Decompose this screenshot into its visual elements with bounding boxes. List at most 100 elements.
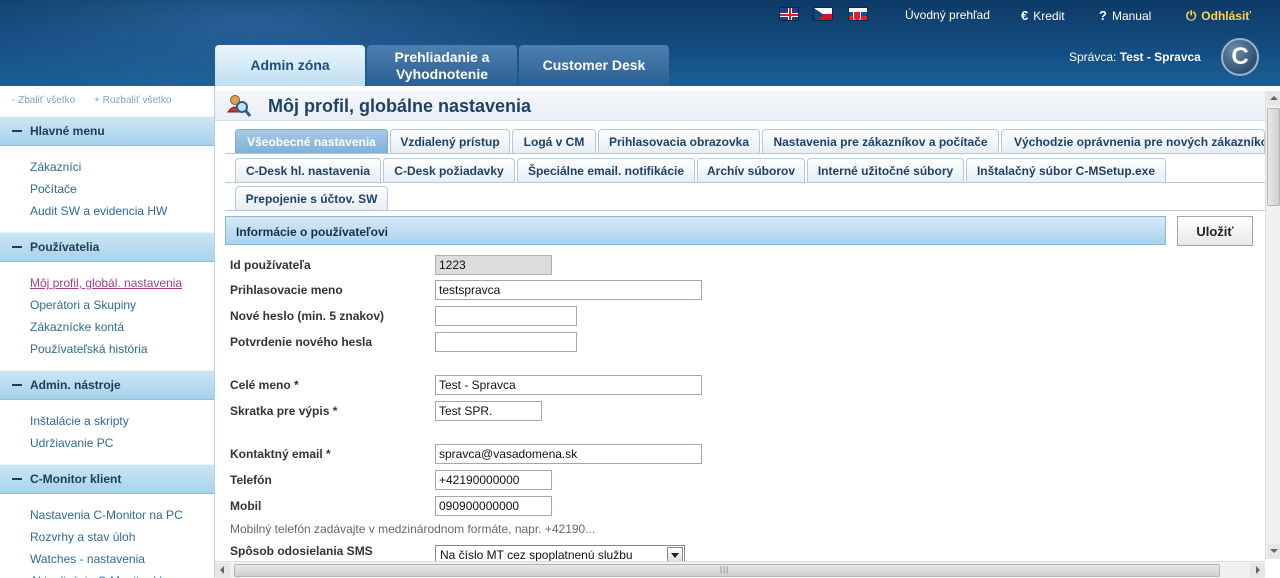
tab-review-line2: Vyhodnotenie — [395, 65, 489, 82]
credit-link-label: Kredit — [1033, 8, 1065, 23]
admin-prefix: Správca: — [1069, 50, 1117, 64]
slovak-flag-icon[interactable] — [848, 7, 868, 21]
scroll-grip-icon: ||| — [720, 565, 730, 574]
sidebar-item-watches[interactable]: Watches - nastavenia — [30, 548, 214, 570]
tab-customer-pc-settings[interactable]: Nastavenia pre zákazníkov a počítače — [762, 129, 999, 153]
confirm-password-field[interactable] — [435, 332, 577, 352]
manual-link[interactable]: ? Manual — [1099, 8, 1151, 23]
overview-link-label: Úvodný prehľad — [905, 8, 990, 22]
user-info-section-header: Informácie o používateľovi — [225, 216, 1166, 245]
email-label: Kontaktný email * — [230, 447, 331, 461]
full-name-label: Celé meno * — [230, 378, 299, 392]
sidebar-list-admin-tools: Inštalácie a skripty Udržiavanie PC — [0, 400, 214, 464]
user-id-label: Id používateľa — [230, 258, 311, 272]
tab-admin-zone[interactable]: Admin zóna — [215, 45, 365, 86]
mobile-field[interactable] — [435, 496, 552, 516]
sidebar-item-my-profile[interactable]: Môj profil, globál. nastavenia — [30, 272, 214, 294]
sidebar-item-installations[interactable]: Inštalácie a skripty — [30, 410, 214, 432]
question-icon: ? — [1099, 8, 1107, 23]
sidebar-list-cmonitor-client: Nastavenia C-Monitor na PC Rozvrhy a sta… — [0, 494, 214, 578]
short-name-label: Skratka pre výpis * — [230, 404, 338, 418]
scroll-left-icon[interactable] — [215, 563, 230, 577]
tab-review-evaluation[interactable]: Prehliadanie a Vyhodnotenie — [367, 45, 517, 86]
scroll-down-icon[interactable] — [1267, 544, 1280, 559]
sidebar-section-main-menu[interactable]: Hlavné menu — [0, 116, 214, 146]
full-name-field[interactable] — [435, 375, 702, 395]
sms-method-label: Spôsob odosielania SMS — [230, 544, 373, 558]
sidebar-tools: - Zbaliť všetko + Rozbaliť všetko — [0, 86, 214, 116]
sidebar-item-operators[interactable]: Operátori a Skupiny — [30, 294, 214, 316]
mobile-format-note: Mobilný telefón zadávajte v medzinárodno… — [230, 522, 596, 536]
vertical-scrollbar[interactable] — [1265, 91, 1280, 559]
c-monitor-logo: C — [1221, 38, 1259, 76]
scroll-right-icon[interactable] — [1250, 563, 1265, 577]
tab-general-settings[interactable]: Všeobecné nastavenia — [235, 129, 388, 153]
czech-flag-icon[interactable] — [813, 7, 833, 21]
tab-customer-desk[interactable]: Customer Desk — [519, 45, 669, 86]
collapse-all-link[interactable]: - Zbaliť všetko — [12, 95, 75, 106]
tab-review-line1: Prehliadanie a — [394, 48, 490, 65]
email-field[interactable] — [435, 444, 702, 464]
login-field[interactable] — [435, 280, 702, 300]
sidebar-item-customers[interactable]: Zákazníci — [30, 156, 214, 178]
user-id-field — [435, 255, 552, 275]
sidebar-item-cmonitor-update[interactable]: Aktualizácia C-Monitor kl. — [30, 570, 214, 578]
tab-cdesk-main-settings[interactable]: C-Desk hl. nastavenia — [235, 158, 381, 182]
minus-icon — [12, 246, 22, 248]
confirm-password-label: Potvrdenie nového hesla — [230, 335, 373, 349]
tab-install-file[interactable]: Inštalačný súbor C-MSetup.exe — [966, 158, 1166, 182]
tab-internal-files[interactable]: Interné užitočné súbory — [807, 158, 964, 182]
page-title: Môj profil, globálne nastavenia — [268, 96, 532, 116]
sidebar-section-title: Admin. nástroje — [30, 378, 121, 392]
sidebar-section-cmonitor-client[interactable]: C-Monitor klient — [0, 464, 214, 494]
save-button[interactable]: Uložiť — [1177, 216, 1253, 246]
tab-logos[interactable]: Logá v CM — [512, 129, 596, 153]
minus-icon — [12, 130, 22, 132]
expand-all-link[interactable]: + Rozbaliť všetko — [94, 95, 171, 106]
sidebar-item-schedules[interactable]: Rozvrhy a stav úloh — [30, 526, 214, 548]
tab-row-divider — [225, 153, 1265, 154]
credit-link[interactable]: € Kredit — [1021, 8, 1065, 23]
phone-field[interactable] — [435, 470, 552, 490]
new-password-label: Nové heslo (min. 5 znakov) — [230, 309, 385, 323]
logout-link[interactable]: ⏻ Odhlásiť — [1186, 8, 1251, 24]
sidebar-item-computers[interactable]: Počítače — [30, 178, 214, 200]
admin-name: Test - Spravca — [1119, 50, 1201, 64]
sidebar-list-users: Môj profil, globál. nastavenia Operátori… — [0, 262, 214, 370]
tab-file-archive[interactable]: Archív súborov — [697, 158, 805, 182]
horizontal-scrollbar[interactable]: ||| — [215, 561, 1265, 578]
tab-review-evaluation-label: Prehliadanie a Vyhodnotenie — [395, 49, 490, 83]
tab-accounting-link[interactable]: Prepojenie s účtov. SW — [235, 186, 388, 210]
sidebar-section-title: C-Monitor klient — [30, 472, 122, 486]
sidebar-section-admin-tools[interactable]: Admin. nástroje — [0, 370, 214, 400]
tab-remote-access[interactable]: Vzdialený prístup — [390, 129, 510, 153]
short-name-field[interactable] — [435, 401, 542, 421]
new-password-field[interactable] — [435, 306, 577, 326]
sidebar: - Zbaliť všetko + Rozbaliť všetko Hlavné… — [0, 86, 215, 578]
sidebar-item-user-history[interactable]: Používateľská história — [30, 338, 214, 360]
tab-special-email-notifications[interactable]: Špeciálne email. notifikácie — [517, 158, 695, 182]
tab-cdesk-requests[interactable]: C-Desk požiadavky — [383, 158, 515, 182]
sidebar-item-customer-accounts[interactable]: Zákaznícke kontá — [30, 316, 214, 338]
sidebar-section-users[interactable]: Používatelia — [0, 232, 214, 262]
sidebar-item-audit[interactable]: Audit SW a evidencia HW — [30, 200, 214, 222]
uk-flag-icon[interactable] — [779, 7, 799, 21]
tab-default-permissions[interactable]: Východzie oprávnenia pre nových zákazník… — [1001, 129, 1265, 153]
mobile-label: Mobil — [230, 499, 262, 513]
sidebar-section-title: Hlavné menu — [30, 124, 105, 138]
overview-link[interactable]: Úvodný prehľad — [905, 8, 990, 22]
tab-row-divider — [225, 182, 1265, 183]
top-header: Úvodný prehľad € Kredit ? Manual ⏻ Odhlásiť… — [0, 0, 1280, 86]
vertical-scroll-thumb[interactable] — [1267, 108, 1280, 206]
user-search-icon — [227, 95, 251, 117]
sidebar-item-cmonitor-settings[interactable]: Nastavenia C-Monitor na PC — [30, 504, 214, 526]
tab-row-divider — [225, 210, 1265, 211]
tab-login-screen[interactable]: Prihlasovacia obrazovka — [598, 129, 760, 153]
sidebar-section-title: Používatelia — [30, 240, 100, 254]
scroll-up-icon[interactable] — [1267, 91, 1280, 106]
tab-customer-desk-label: Customer Desk — [542, 57, 646, 73]
sidebar-item-maintenance[interactable]: Udržiavanie PC — [30, 432, 214, 454]
manual-link-label: Manual — [1111, 8, 1152, 23]
login-label: Prihlasovacie meno — [230, 283, 343, 297]
power-icon: ⏻ — [1186, 8, 1197, 23]
